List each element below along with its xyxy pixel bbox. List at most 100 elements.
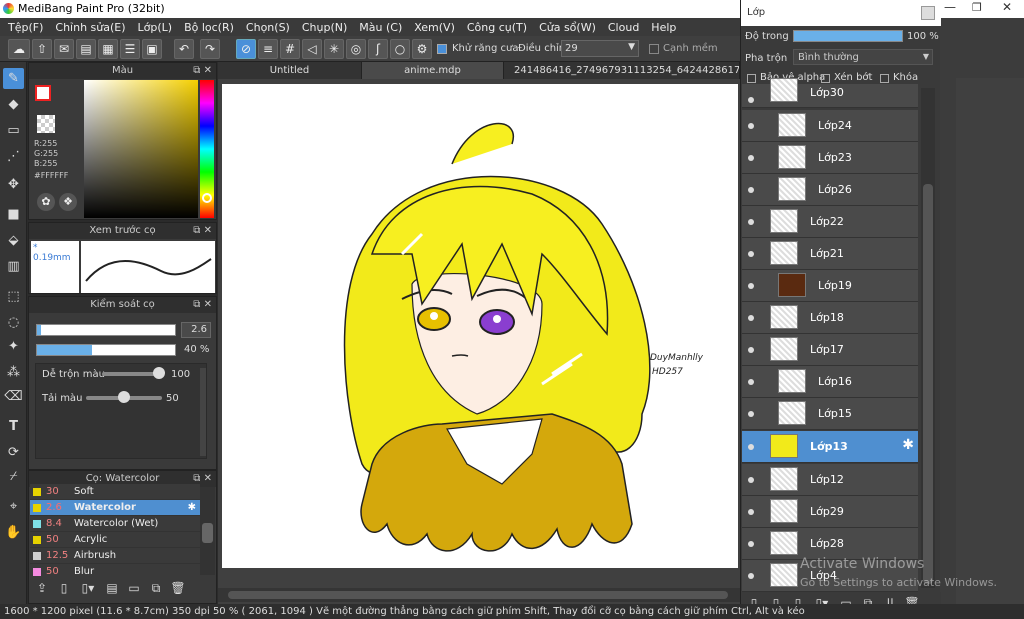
minimize-icon[interactable]: —: [944, 0, 956, 14]
brush-settings-icon[interactable]: ▤: [103, 581, 121, 599]
brush-size-value[interactable]: 2.6: [181, 322, 211, 338]
eye-icon[interactable]: [748, 315, 754, 321]
menu-file[interactable]: Tệp(F): [2, 21, 49, 34]
eye-icon[interactable]: [748, 347, 754, 353]
tab-untitled[interactable]: Untitled: [218, 62, 362, 79]
brush-size-slider[interactable]: [36, 324, 176, 336]
magic-wand-icon[interactable]: ✦: [3, 336, 24, 357]
layer-row[interactable]: Lớp19: [742, 270, 918, 302]
layer-row[interactable]: Lớp26: [742, 174, 918, 206]
brush-list-scroll-thumb[interactable]: [202, 523, 213, 543]
eye-icon[interactable]: [748, 573, 754, 579]
window-close-icon[interactable]: ✕: [1002, 0, 1012, 14]
gear-icon[interactable]: ✱: [902, 437, 914, 453]
menu-edit[interactable]: Chỉnh sửa(E): [49, 21, 131, 34]
antialias-checkbox[interactable]: [437, 44, 447, 54]
eye-icon[interactable]: [748, 541, 754, 547]
eye-icon[interactable]: [748, 444, 754, 450]
gear-icon[interactable]: ✱: [188, 500, 196, 516]
eye-icon[interactable]: [748, 187, 754, 193]
protect-alpha-checkbox[interactable]: [747, 74, 756, 83]
cloud-icon[interactable]: ☁: [8, 39, 30, 59]
brush-opacity-slider[interactable]: [36, 344, 176, 356]
new-brush-icon[interactable]: ▯: [55, 581, 73, 599]
upload-icon[interactable]: ⇧: [32, 39, 52, 59]
menu-layer[interactable]: Lớp(L): [132, 21, 179, 34]
divide-tool-icon[interactable]: ⌿: [3, 466, 24, 487]
tab-image[interactable]: 241486416_274967931113254_64244286172913…: [504, 62, 740, 79]
brush-list-scrollbar[interactable]: [200, 487, 215, 575]
canvas-h-scrollbar[interactable]: [218, 588, 740, 602]
fg-color-swatch[interactable]: [35, 85, 51, 101]
operation-tool-icon[interactable]: ⟳: [3, 442, 24, 463]
delete-brush-icon[interactable]: 🗑: [169, 581, 187, 599]
eye-icon[interactable]: [748, 477, 754, 483]
vanish-snap-icon[interactable]: ◁: [302, 39, 322, 59]
brush-tool-icon[interactable]: ✎: [3, 68, 24, 89]
layer-row[interactable]: Lớp16: [742, 366, 918, 398]
list-icon[interactable]: ☰: [120, 39, 140, 59]
control-scrollbar[interactable]: [200, 368, 206, 456]
layer-row[interactable]: Lớp30: [742, 78, 918, 108]
menu-view[interactable]: Xem(V): [408, 21, 461, 34]
clipping-checkbox[interactable]: [821, 74, 830, 83]
brush-row[interactable]: 50 Acrylic: [30, 532, 200, 548]
layer-row[interactable]: Lớp21: [742, 238, 918, 270]
eye-icon[interactable]: [748, 509, 754, 515]
panel-icon[interactable]: ▤: [76, 39, 96, 59]
eyedropper-tool-icon[interactable]: ⌖: [3, 496, 24, 517]
brush-row[interactable]: 8.4 Watercolor (Wet): [30, 516, 200, 532]
text-tool-icon[interactable]: T: [3, 416, 24, 437]
paint-slider-handle[interactable]: [118, 391, 130, 403]
layer-row[interactable]: Lớp13 ✱: [742, 431, 918, 463]
add-brush-icon[interactable]: ▯▾: [77, 581, 99, 599]
eye-icon[interactable]: [748, 123, 754, 129]
eye-icon[interactable]: [748, 219, 754, 225]
layer-row[interactable]: Lớp23: [742, 142, 918, 174]
eye-icon[interactable]: [748, 379, 754, 385]
close-icon[interactable]: ⧉ ✕: [193, 63, 212, 79]
curve-snap-icon[interactable]: ʃ: [368, 39, 388, 59]
layer-scrollbar[interactable]: [921, 88, 935, 588]
rect-tool-icon[interactable]: ▭: [3, 120, 24, 141]
fill-rect-tool-icon[interactable]: ■: [3, 204, 24, 225]
parallel-snap-icon[interactable]: ≡: [258, 39, 278, 59]
layer-row[interactable]: Lớp24: [742, 110, 918, 142]
eye-icon[interactable]: [748, 411, 754, 417]
undo-icon[interactable]: ↶: [174, 39, 194, 59]
palette-icon[interactable]: ✿: [37, 193, 55, 211]
color-saturation-area[interactable]: [84, 80, 198, 218]
tab-anime[interactable]: anime.mdp: [362, 62, 504, 79]
palette2-icon[interactable]: ❖: [59, 193, 77, 211]
transparent-swatch[interactable]: [37, 115, 55, 133]
menu-window[interactable]: Cửa sổ(W): [533, 21, 602, 34]
soft-edge-checkbox[interactable]: [649, 44, 659, 54]
select-tool-icon[interactable]: ⬚: [3, 286, 24, 307]
mix-slider-handle[interactable]: [153, 367, 165, 379]
grid-snap-icon[interactable]: #: [280, 39, 300, 59]
hand-tool-icon[interactable]: ✋: [3, 522, 24, 543]
layer-row[interactable]: Lớp29: [742, 496, 918, 528]
menu-tools[interactable]: Công cụ(T): [461, 21, 533, 34]
radial-snap-icon[interactable]: ✳: [324, 39, 344, 59]
copy-brush-icon[interactable]: ⧉: [147, 581, 165, 599]
canvas-h-scroll-thumb[interactable]: [228, 591, 728, 599]
eye-icon[interactable]: [748, 97, 754, 103]
eye-icon[interactable]: [748, 155, 754, 161]
layer-panel-close-icon[interactable]: [921, 6, 935, 20]
gradient-tool-icon[interactable]: ▥: [3, 256, 24, 277]
bucket-tool-icon[interactable]: ⬙: [3, 230, 24, 251]
layer-opacity-slider[interactable]: [793, 30, 903, 42]
menu-select[interactable]: Chọn(S): [240, 21, 296, 34]
select-pen-icon[interactable]: ⁂: [3, 362, 24, 383]
redo-icon[interactable]: ↷: [200, 39, 220, 59]
layer-scroll-thumb[interactable]: [923, 184, 933, 584]
layer-icon[interactable]: ▦: [98, 39, 118, 59]
brush-row[interactable]: 2.6 Watercolor ✱: [30, 500, 200, 516]
cloud-brush-icon[interactable]: ⇪: [33, 581, 51, 599]
maximize-icon[interactable]: ❐: [972, 1, 982, 14]
menu-color[interactable]: Màu (C): [353, 21, 408, 34]
blend-select[interactable]: Bình thường ▼: [793, 49, 933, 65]
brush-row[interactable]: 12.5 Airbrush: [30, 548, 200, 564]
select-eraser-icon[interactable]: ⌫: [3, 386, 24, 407]
